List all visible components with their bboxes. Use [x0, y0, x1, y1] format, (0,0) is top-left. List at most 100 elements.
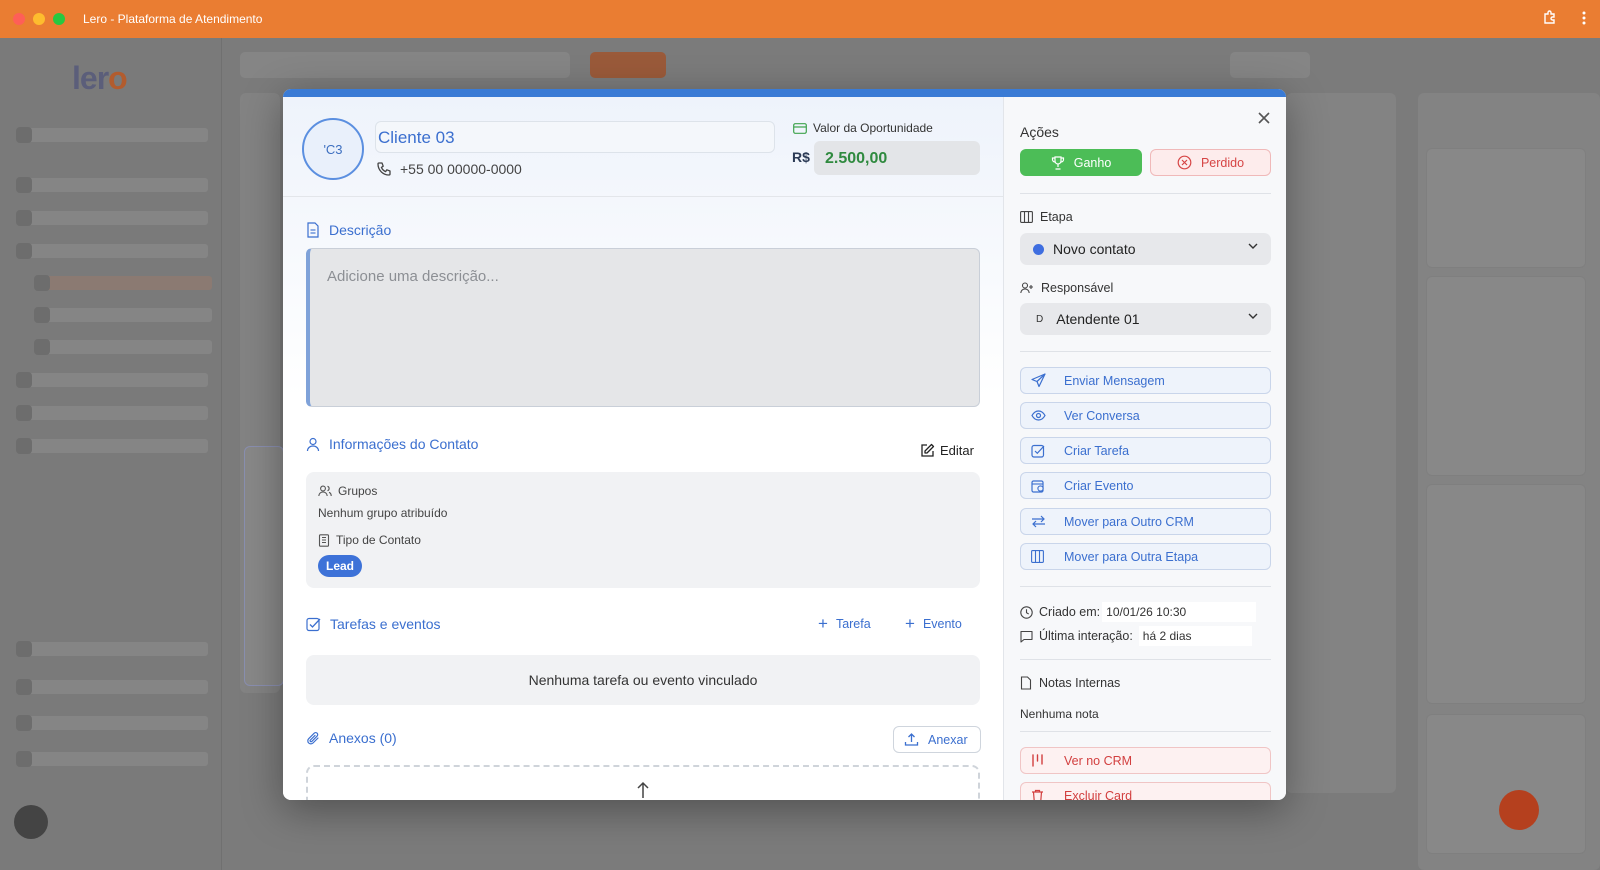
description-title: Descrição — [329, 222, 392, 238]
opportunity-value-input[interactable]: 2.500,00 — [814, 141, 980, 175]
create-task-button[interactable]: Criar Tarefa — [1020, 437, 1271, 464]
tasks-title: Tarefas e eventos — [330, 616, 441, 632]
actions-pane: Ações Ganho Perdido Etapa Novo contato R… — [1003, 97, 1286, 800]
title-bar: Lero - Plataforma de Atendimento — [0, 0, 1600, 38]
won-label: Ganho — [1073, 155, 1112, 170]
mark-lost-button[interactable]: Perdido — [1150, 149, 1271, 176]
bg-button — [1230, 52, 1310, 78]
clock-icon — [1020, 605, 1033, 619]
bg-nav-item — [16, 405, 208, 421]
owner-select[interactable]: D Atendente 01 — [1020, 303, 1271, 335]
edit-icon — [920, 443, 935, 458]
bg-card — [1426, 484, 1586, 704]
upload-arrow-icon — [635, 781, 651, 799]
plus-icon: + — [818, 614, 828, 633]
move-crm-label: Mover para Outro CRM — [1064, 514, 1194, 529]
building-icon — [318, 533, 330, 547]
view-in-crm-label: Ver no CRM — [1064, 753, 1133, 768]
delete-card-button[interactable]: Excluir Card — [1020, 782, 1271, 800]
logo: lero — [72, 60, 128, 96]
checkbox-icon — [306, 617, 321, 632]
internal-notes-label-text: Notas Internas — [1039, 676, 1121, 690]
tasks-heading: Tarefas e eventos — [306, 616, 441, 632]
chat-fab — [1499, 790, 1539, 830]
contact-name-input[interactable]: Cliente 03 — [375, 121, 775, 153]
add-event-button[interactable]: + Evento — [905, 615, 962, 632]
add-task-label: Tarefa — [835, 617, 871, 631]
phone-number: +55 00 00000-0000 — [400, 161, 522, 177]
close-window-button[interactable] — [13, 13, 25, 25]
description-textarea[interactable]: Adicione uma descrição... — [306, 248, 980, 407]
send-message-button[interactable]: Enviar Mensagem — [1020, 367, 1271, 394]
contact-info-title: Informações do Contato — [329, 436, 479, 452]
add-event-label: Evento — [922, 617, 962, 631]
groups-label: Grupos — [318, 484, 377, 498]
attach-label: Anexar — [928, 732, 968, 747]
stage-color-dot — [1033, 243, 1044, 255]
divider — [1020, 659, 1271, 660]
stage-select[interactable]: Novo contato — [1020, 233, 1271, 265]
description-heading: Descrição — [306, 222, 391, 238]
bg-nav-item — [16, 210, 208, 226]
owner-label-text: Responsável — [1041, 281, 1114, 295]
attachment-dropzone[interactable] — [306, 765, 980, 800]
maximize-window-button[interactable] — [53, 13, 65, 25]
last-interaction-row: Última interação: há 2 dias — [1020, 626, 1252, 646]
more-options-icon[interactable] — [1582, 10, 1586, 26]
attachments-heading: Anexos (0) — [306, 730, 397, 746]
contact-avatar: 'C3 — [302, 118, 364, 180]
bg-button — [590, 52, 666, 78]
bg-nav-item — [16, 438, 208, 454]
contact-type-badge: Lead — [318, 555, 363, 577]
send-message-label: Enviar Mensagem — [1064, 373, 1165, 388]
upload-icon — [904, 732, 919, 747]
send-icon — [1031, 373, 1047, 388]
move-stage-button[interactable]: Mover para Outra Etapa — [1020, 543, 1271, 570]
opportunity-label: Valor da Oportunidade — [793, 121, 933, 135]
users-icon — [318, 485, 332, 497]
contact-info-box: Grupos Nenhum grupo atribuído Tipo de Co… — [306, 472, 980, 588]
attach-file-button[interactable]: Anexar — [893, 726, 981, 753]
stage-label-text: Etapa — [1040, 210, 1073, 224]
arrows-swap-icon — [1031, 515, 1047, 528]
bg-nav-item — [16, 715, 208, 731]
currency-symbol: R$ — [792, 149, 810, 165]
owner-value: Atendente 01 — [1056, 311, 1140, 327]
close-modal-icon[interactable] — [1258, 112, 1270, 124]
credit-card-icon — [793, 122, 807, 134]
opportunity-label-text: Valor da Oportunidade — [813, 121, 933, 135]
x-circle-icon — [1177, 155, 1192, 170]
bg-card — [1426, 276, 1586, 476]
add-task-button[interactable]: + Tarefa — [818, 614, 871, 633]
bg-nav-item — [16, 679, 208, 695]
internal-notes-label: Notas Internas — [1020, 676, 1120, 690]
bg-card — [244, 446, 284, 686]
background-toolbar — [240, 52, 1590, 80]
deal-card-modal: 'C3 Cliente 03 +55 00 00000-0000 Valor d… — [283, 89, 1286, 800]
tasks-empty-state: Nenhuma tarefa ou evento vinculado — [306, 655, 980, 705]
bg-filter — [240, 52, 570, 78]
create-task-label: Criar Tarefa — [1064, 443, 1130, 458]
view-in-crm-button[interactable]: Ver no CRM — [1020, 747, 1271, 774]
bg-nav-item — [16, 243, 208, 259]
mark-won-button[interactable]: Ganho — [1020, 149, 1142, 176]
minimize-window-button[interactable] — [33, 13, 45, 25]
contact-type-label-text: Tipo de Contato — [336, 533, 421, 547]
view-conversation-button[interactable]: Ver Conversa — [1020, 402, 1271, 429]
calendar-clock-icon — [1031, 479, 1047, 493]
create-event-label: Criar Evento — [1064, 478, 1134, 493]
phone-icon — [376, 161, 392, 177]
divider — [1020, 731, 1271, 732]
move-crm-button[interactable]: Mover para Outro CRM — [1020, 508, 1271, 535]
edit-contact-button[interactable]: Editar — [920, 443, 974, 458]
bg-nav-item — [16, 127, 208, 143]
contact-type-label: Tipo de Contato — [318, 533, 421, 547]
stage-label: Etapa — [1020, 210, 1073, 224]
create-event-button[interactable]: Criar Evento — [1020, 472, 1271, 499]
bg-column — [1286, 93, 1396, 793]
bg-nav-item — [34, 307, 212, 323]
groups-value: Nenhum grupo atribuído — [318, 506, 448, 520]
last-interaction-value: há 2 dias — [1138, 626, 1252, 646]
extensions-icon[interactable] — [1542, 10, 1558, 26]
delete-card-label: Excluir Card — [1064, 788, 1133, 801]
